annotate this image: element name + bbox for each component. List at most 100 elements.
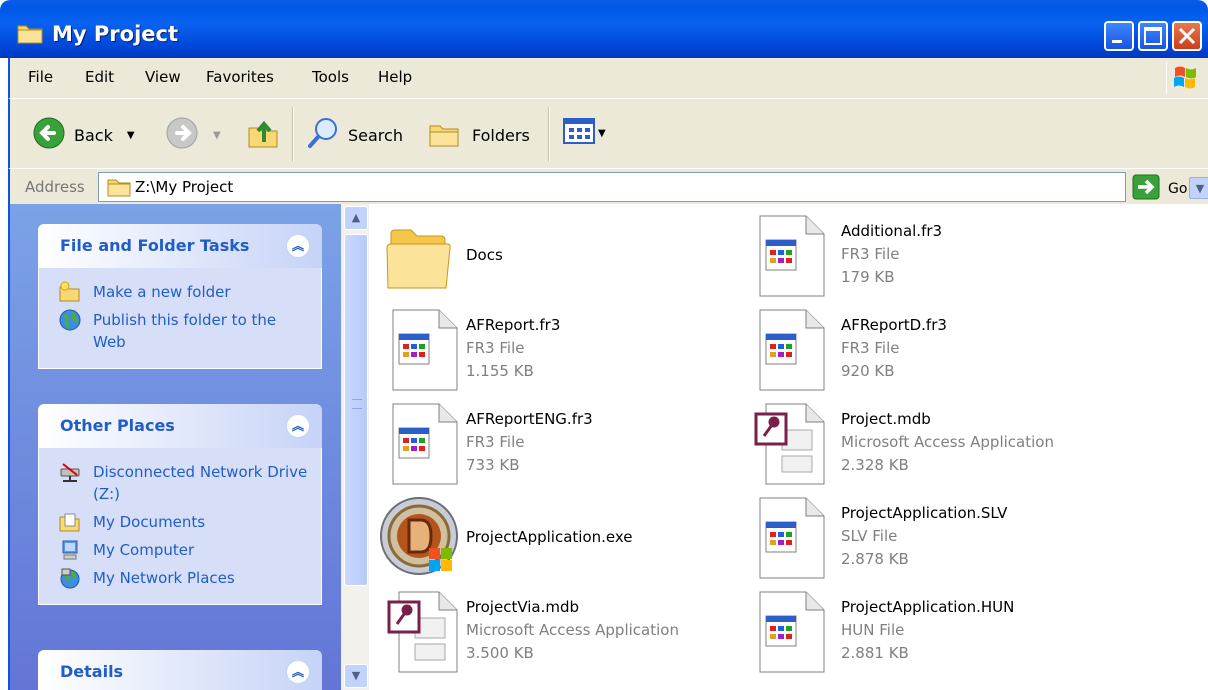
views-icon — [562, 116, 596, 150]
back-arrow-icon — [32, 116, 66, 154]
toolbar-separator — [548, 107, 550, 161]
windows-logo-icon — [1166, 62, 1202, 94]
collapse-chevron-icon[interactable]: ︽ — [286, 414, 310, 438]
vertical-scrollbar[interactable]: ▲ ▼ — [341, 204, 369, 690]
standard-toolbar: Back ▼ ▼ Search Folders ▼ — [8, 98, 1208, 168]
place-my-network-places[interactable]: My Network Places — [39, 564, 321, 592]
file-type: Microsoft Access Application — [466, 621, 679, 639]
file-name: Additional.fr3 — [841, 222, 943, 240]
access-database-icon — [752, 400, 832, 488]
file-item[interactable]: AFReportD.fr3 FR3 File 920 KB — [744, 302, 1114, 398]
views-dropdown-icon[interactable]: ▼ — [598, 128, 606, 139]
title-bar[interactable]: My Project — [0, 0, 1208, 58]
folder-icon — [377, 212, 457, 300]
address-input[interactable]: Z:\My Project ▼ — [98, 172, 1208, 202]
forward-arrow-icon — [165, 116, 199, 154]
maximize-button[interactable] — [1138, 21, 1168, 51]
file-size: 920 KB — [841, 362, 895, 380]
scroll-up-button[interactable]: ▲ — [344, 206, 368, 230]
scroll-grip-icon — [352, 399, 362, 409]
place-label: Disconnected Network Drive (Z:) — [93, 463, 308, 503]
menu-edit[interactable]: Edit — [85, 68, 114, 86]
file-item[interactable]: AFReport.fr3 FR3 File 1.155 KB — [377, 302, 747, 398]
menu-tools[interactable]: Tools — [312, 68, 349, 86]
file-size: 2.878 KB — [841, 550, 909, 568]
my-documents-icon — [59, 511, 81, 533]
task-pane: File and Folder Tasks ︽ Make a new folde… — [8, 204, 341, 690]
task-label: Make a new folder — [93, 283, 231, 301]
panel-body: Disconnected Network Drive (Z:) My Docum… — [38, 448, 322, 605]
file-item[interactable]: Project.mdb Microsoft Access Application… — [744, 396, 1114, 492]
file-size: 3.500 KB — [466, 644, 534, 662]
forward-button[interactable]: ▼ — [165, 116, 221, 154]
file-type: FR3 File — [841, 339, 900, 357]
file-type: FR3 File — [466, 339, 525, 357]
file-item[interactable]: Docs — [369, 208, 739, 304]
go-button[interactable]: Go — [1132, 174, 1187, 204]
panel-header[interactable]: File and Folder Tasks ︽ — [38, 224, 322, 268]
go-arrow-icon — [1132, 174, 1160, 204]
file-size: 179 KB — [841, 268, 895, 286]
file-size: 733 KB — [466, 456, 520, 474]
file-name: AFReport.fr3 — [466, 316, 561, 334]
menu-favorites[interactable]: Favorites — [206, 68, 274, 86]
go-label: Go — [1168, 181, 1188, 197]
task-make-new-folder[interactable]: Make a new folder — [39, 278, 321, 306]
network-drive-icon — [59, 461, 81, 483]
file-type: FR3 File — [841, 245, 900, 263]
new-folder-icon — [59, 281, 81, 303]
place-my-documents[interactable]: My Documents — [39, 508, 321, 536]
fr3-file-icon — [752, 306, 832, 394]
panel-header[interactable]: Other Places ︽ — [38, 404, 322, 448]
file-item[interactable]: ProjectApplication.HUN HUN File 2.881 KB — [744, 584, 1114, 680]
hun-file-icon — [752, 588, 832, 676]
file-name: ProjectApplication.SLV — [841, 504, 1008, 522]
up-folder-button[interactable] — [246, 116, 280, 154]
menu-help[interactable]: Help — [378, 68, 412, 86]
folders-label: Folders — [472, 125, 530, 145]
file-name: AFReportD.fr3 — [841, 316, 947, 334]
place-label: My Network Places — [93, 569, 235, 587]
folders-button[interactable]: Folders — [428, 116, 530, 154]
file-item[interactable]: Additional.fr3 FR3 File 179 KB — [744, 208, 1114, 304]
place-my-computer[interactable]: My Computer — [39, 536, 321, 564]
fr3-file-icon — [385, 306, 465, 394]
scroll-thumb[interactable] — [344, 234, 368, 586]
file-folder-tasks-panel: File and Folder Tasks ︽ Make a new folde… — [38, 224, 322, 369]
menu-file[interactable]: File — [28, 68, 53, 86]
back-button[interactable]: Back ▼ — [32, 116, 135, 154]
task-publish-web[interactable]: Publish this folder to the Web — [39, 306, 321, 356]
file-item[interactable]: ProjectApplication.exe — [369, 490, 739, 586]
search-button[interactable]: Search — [306, 116, 403, 154]
menu-view[interactable]: View — [145, 68, 181, 86]
file-name: ProjectApplication.exe — [466, 528, 633, 546]
views-button[interactable]: ▼ — [562, 116, 606, 150]
globe-icon — [59, 309, 81, 331]
back-dropdown-icon[interactable]: ▼ — [127, 130, 135, 141]
folder-icon — [107, 176, 131, 202]
fr3-file-icon — [385, 400, 465, 488]
panel-body: Make a new folder Publish this folder to… — [38, 268, 322, 369]
panel-header[interactable]: Details ︽ — [38, 650, 322, 690]
file-item[interactable]: AFReportENG.fr3 FR3 File 733 KB — [377, 396, 747, 492]
window-title: My Project — [52, 22, 178, 46]
address-dropdown-button[interactable]: ▼ — [1189, 177, 1208, 199]
file-size: 2.328 KB — [841, 456, 909, 474]
task-label: Publish this folder to the Web — [93, 311, 277, 351]
file-item[interactable]: ProjectApplication.SLV SLV File 2.878 KB — [744, 490, 1114, 586]
fr3-file-icon — [752, 212, 832, 300]
panel-title: File and Folder Tasks — [60, 236, 250, 255]
application-icon — [377, 494, 458, 582]
panel-title: Other Places — [60, 416, 175, 435]
collapse-chevron-icon[interactable]: ︽ — [286, 660, 310, 684]
file-item[interactable]: ProjectVia.mdb Microsoft Access Applicat… — [377, 584, 747, 680]
scroll-down-button[interactable]: ▼ — [344, 664, 368, 688]
forward-dropdown-icon[interactable]: ▼ — [213, 130, 221, 141]
file-type: FR3 File — [466, 433, 525, 451]
minimize-button[interactable] — [1104, 21, 1134, 51]
close-button[interactable] — [1172, 21, 1202, 51]
collapse-chevron-icon[interactable]: ︽ — [286, 234, 310, 258]
file-name: Docs — [466, 246, 503, 264]
file-name: Project.mdb — [841, 410, 931, 428]
place-network-drive[interactable]: Disconnected Network Drive (Z:) — [39, 458, 321, 508]
